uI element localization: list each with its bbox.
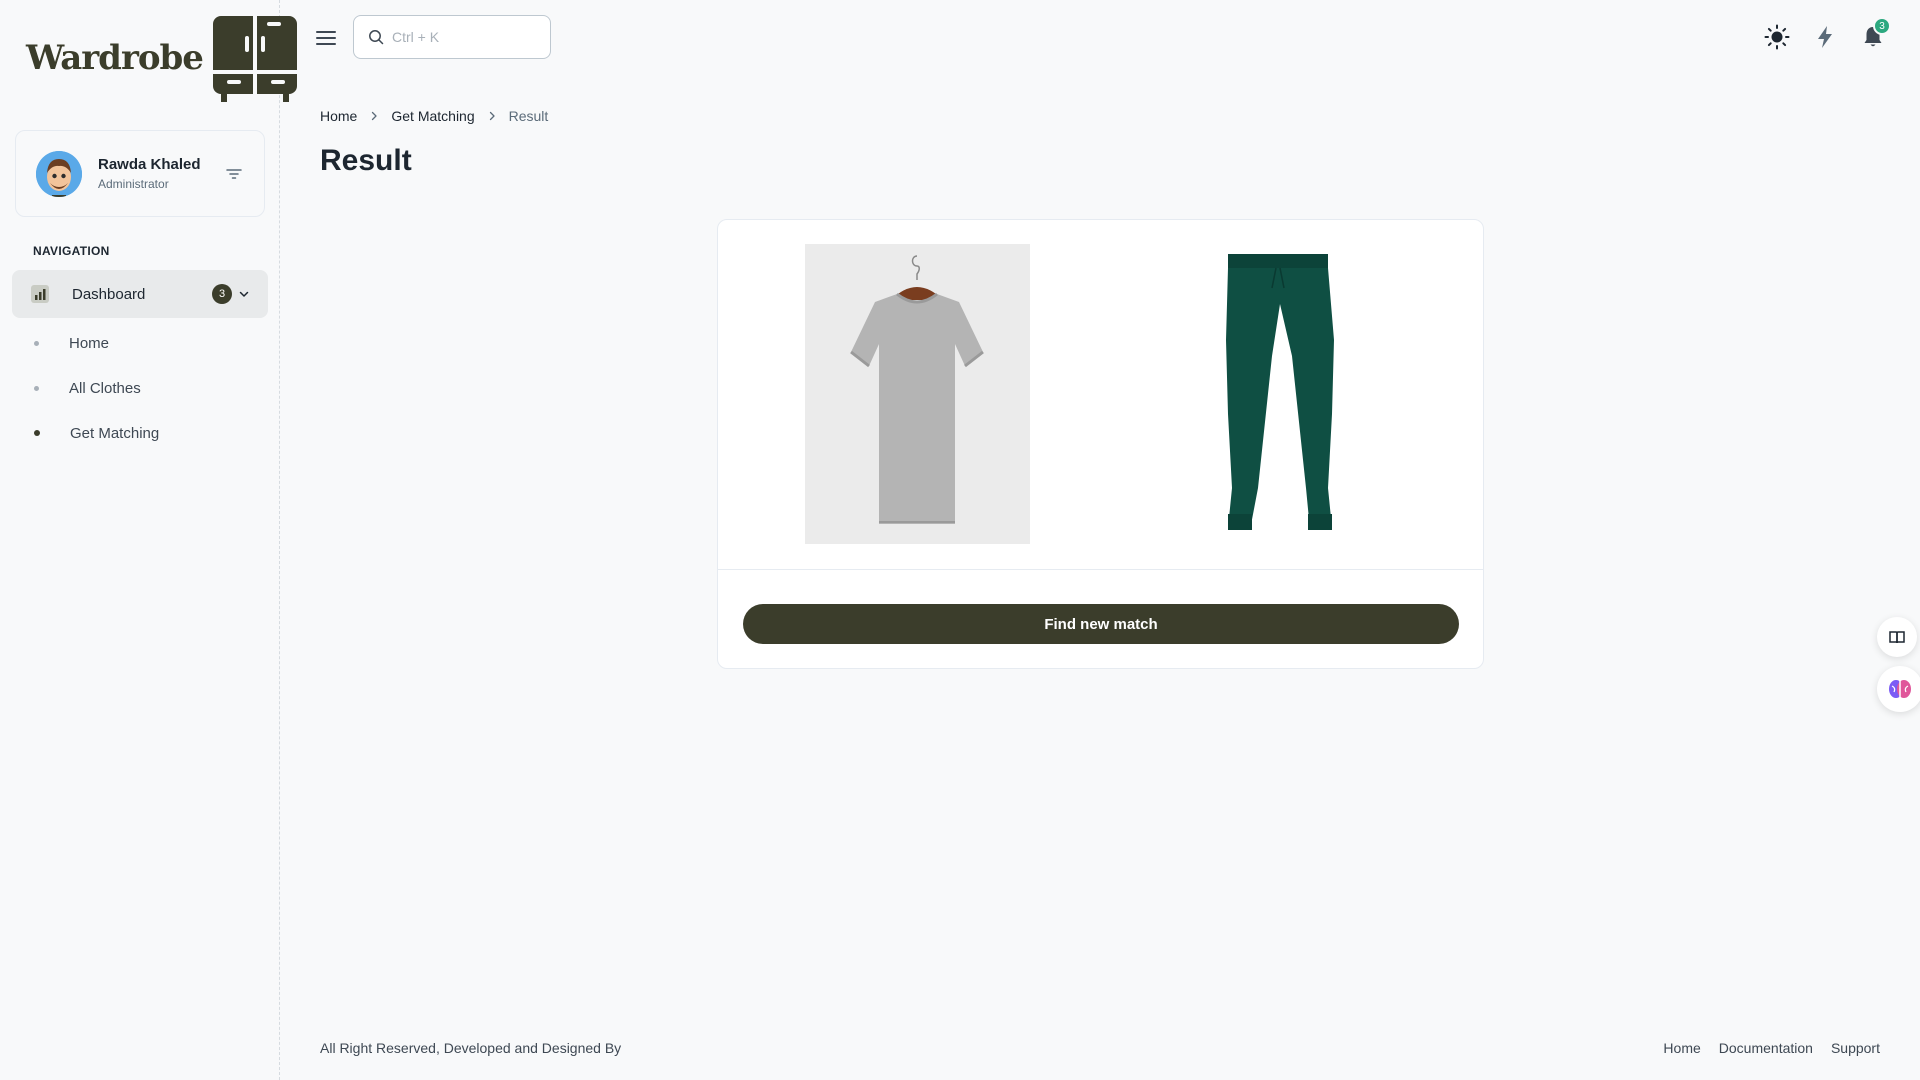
filter-icon[interactable]: [224, 164, 244, 184]
sidebar-item-label: All Clothes: [69, 379, 141, 397]
chart-icon: [31, 285, 49, 303]
result-images: [718, 220, 1483, 570]
sidebar-item-label: Home: [69, 334, 110, 352]
breadcrumb-home[interactable]: Home: [320, 108, 357, 124]
docs-float-button[interactable]: [1877, 617, 1917, 657]
sidebar-item-get-matching[interactable]: Get Matching: [34, 418, 159, 448]
footer-text: All Right Reserved, Developed and Design…: [320, 1040, 622, 1056]
brain-icon: [1889, 680, 1911, 698]
find-new-match-button[interactable]: Find new match: [743, 604, 1459, 644]
nav-caption: NAVIGATION: [33, 244, 110, 258]
user-role: Administrator: [98, 177, 169, 191]
footer-link-documentation[interactable]: Documentation: [1719, 1040, 1813, 1056]
result-card: Find new match: [717, 219, 1484, 669]
wardrobe-icon: [212, 16, 297, 102]
sun-icon[interactable]: [1764, 24, 1790, 50]
sidebar-item-home[interactable]: Home: [34, 328, 109, 358]
breadcrumb: Home Get Matching Result: [320, 108, 548, 124]
user-name: Rawda Khaled: [98, 156, 201, 173]
avatar[interactable]: [36, 150, 82, 197]
breadcrumb-get-matching[interactable]: Get Matching: [391, 108, 474, 124]
lightning-icon[interactable]: [1812, 24, 1838, 50]
search-input[interactable]: [392, 29, 542, 45]
footer-link-home[interactable]: Home: [1663, 1040, 1700, 1056]
tshirt-image: [805, 244, 1030, 544]
chevron-right-icon: [489, 111, 495, 121]
footer-link-support[interactable]: Support: [1831, 1040, 1880, 1056]
sidebar: Wardrobe Rawda Khaled Administrator NAVI…: [0, 0, 297, 1080]
menu-toggle-icon[interactable]: [315, 27, 337, 49]
ai-float-button[interactable]: [1877, 666, 1920, 712]
bullet-icon: [34, 430, 40, 436]
page-title: Result: [320, 144, 412, 177]
notification-badge: 3: [1873, 17, 1891, 35]
chevron-down-icon: [239, 291, 249, 297]
logo[interactable]: Wardrobe: [26, 12, 299, 104]
sidebar-item-label: Get Matching: [70, 424, 160, 442]
search-icon: [369, 30, 384, 45]
sidebar-item-dashboard[interactable]: Dashboard 3: [12, 270, 268, 318]
chevron-right-icon: [372, 111, 378, 121]
footer-links: Home Documentation Support: [1663, 1040, 1880, 1056]
search-box[interactable]: [353, 15, 551, 59]
book-icon: [1889, 631, 1905, 644]
bullet-icon: [34, 385, 39, 391]
sweatpants-image: [1188, 244, 1368, 544]
bullet-icon: [34, 340, 39, 346]
logo-text: Wardrobe: [26, 38, 204, 78]
breadcrumb-current: Result: [508, 108, 549, 124]
sidebar-item-label: Dashboard: [72, 285, 146, 303]
sidebar-item-all-clothes[interactable]: All Clothes: [34, 373, 141, 403]
user-card: Rawda Khaled Administrator: [15, 130, 265, 217]
dashboard-count-badge: 3: [212, 284, 232, 304]
